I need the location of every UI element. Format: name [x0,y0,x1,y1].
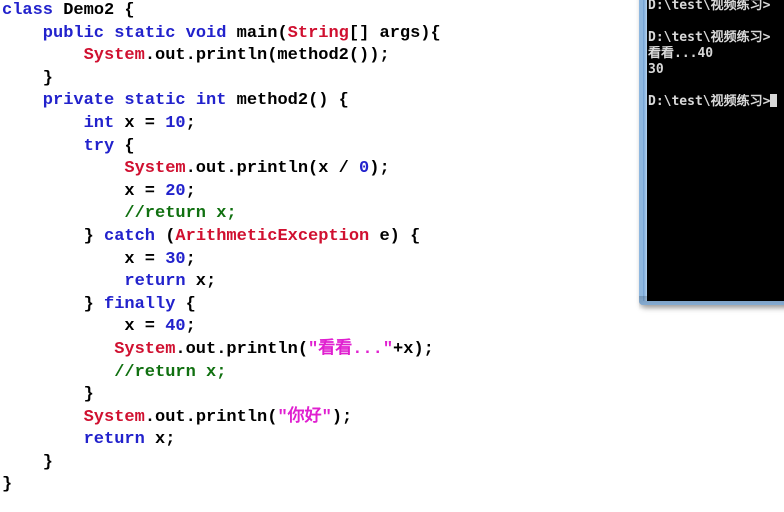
code-line: } [0,384,784,407]
command-prompt-window[interactable]: D:\test\视频练习> D:\test\视频练习> 看看...40 30 D:\te… [639,0,784,305]
code-token: .out.println( [144,407,278,427]
console-text: D:\test\视频练习> [648,94,771,109]
code-token: finally [104,294,176,314]
code-token: x = [124,317,166,337]
code-token: } [2,475,13,495]
code-token: //return x; [114,362,227,382]
console-prompt-line: D:\test\视频练习> [647,0,783,14]
code-token: ); [331,407,353,427]
code-token: System [83,46,145,66]
console-output-line: 30 [647,62,783,78]
code-token: //return x; [124,204,237,224]
code-token: 20 [165,181,186,201]
code-token: x = [124,113,166,133]
code-token: 40 [165,317,186,337]
code-token: .out.println(x / [185,159,360,179]
code-token: Demo2 [63,1,115,20]
code-token: } [83,226,104,246]
console-output-line: 看看...40 [647,46,783,62]
code-token: ; [185,113,196,133]
code-token: int [195,91,227,111]
code-token: .out.println(method2()); [144,46,390,66]
code-token: class [2,1,54,20]
code-token: "看看..." [308,339,394,359]
code-token: String [287,23,349,43]
code-line: } [0,474,784,497]
code-token: System [114,339,176,359]
code-token: ); [369,159,390,179]
code-token: { [114,136,135,156]
code-token: return [124,272,186,292]
code-token: ; [185,317,196,337]
code-token: System [124,159,186,179]
code-token: static [114,23,176,43]
code-token: ; [185,249,196,269]
code-token: +x); [393,339,434,359]
console-cursor [770,94,778,107]
code-token: x = [124,181,166,201]
code-line: System.out.println("看看..."+x); [0,339,784,362]
code-token: x; [144,430,176,450]
code-line: //return x; [0,362,784,385]
code-token: } [83,385,94,405]
code-line: return x; [0,429,784,452]
code-token: 10 [165,113,186,133]
code-token: { [114,1,135,20]
code-token: return [83,430,145,450]
code-token: void [185,23,227,43]
code-token: try [83,136,115,156]
code-token: } [83,294,104,314]
code-token: method2() { [236,91,349,111]
code-token: 30 [165,249,186,269]
code-token: ( [155,226,176,246]
console-prompt-line: D:\test\视频练习> [647,94,783,110]
console-text: 看看...40 [648,46,714,61]
code-token: } [42,452,53,472]
code-line: System.out.println("你好"); [0,407,784,430]
console-text: D:\test\视频练习> [648,30,771,45]
code-token: x = [124,249,166,269]
code-token: private [42,91,115,111]
code-token: static [124,91,186,111]
console-text: 30 [648,62,664,77]
code-token: main( [236,23,288,43]
console-output-area[interactable]: D:\test\视频练习> D:\test\视频练习> 看看...40 30 D:\te… [647,0,783,297]
code-token: System [83,407,145,427]
code-token: e) { [369,226,421,246]
code-token: 0 [359,159,370,179]
code-token: int [83,113,115,133]
code-token: .out.println( [175,339,309,359]
code-token: catch [104,226,156,246]
code-token: [] args){ [348,23,441,43]
code-token: ArithmeticException [175,226,370,246]
code-token: public [42,23,105,43]
code-token: ; [185,181,196,201]
code-token: x; [185,272,217,292]
code-line: } [0,452,784,475]
console-prompt-line: D:\test\视频练习> [647,30,783,46]
code-token: { [175,294,196,314]
code-token: } [42,68,53,88]
console-text: D:\test\视频练习> [648,0,771,13]
code-token: "你好" [277,407,332,427]
code-line: x = 40; [0,316,784,339]
